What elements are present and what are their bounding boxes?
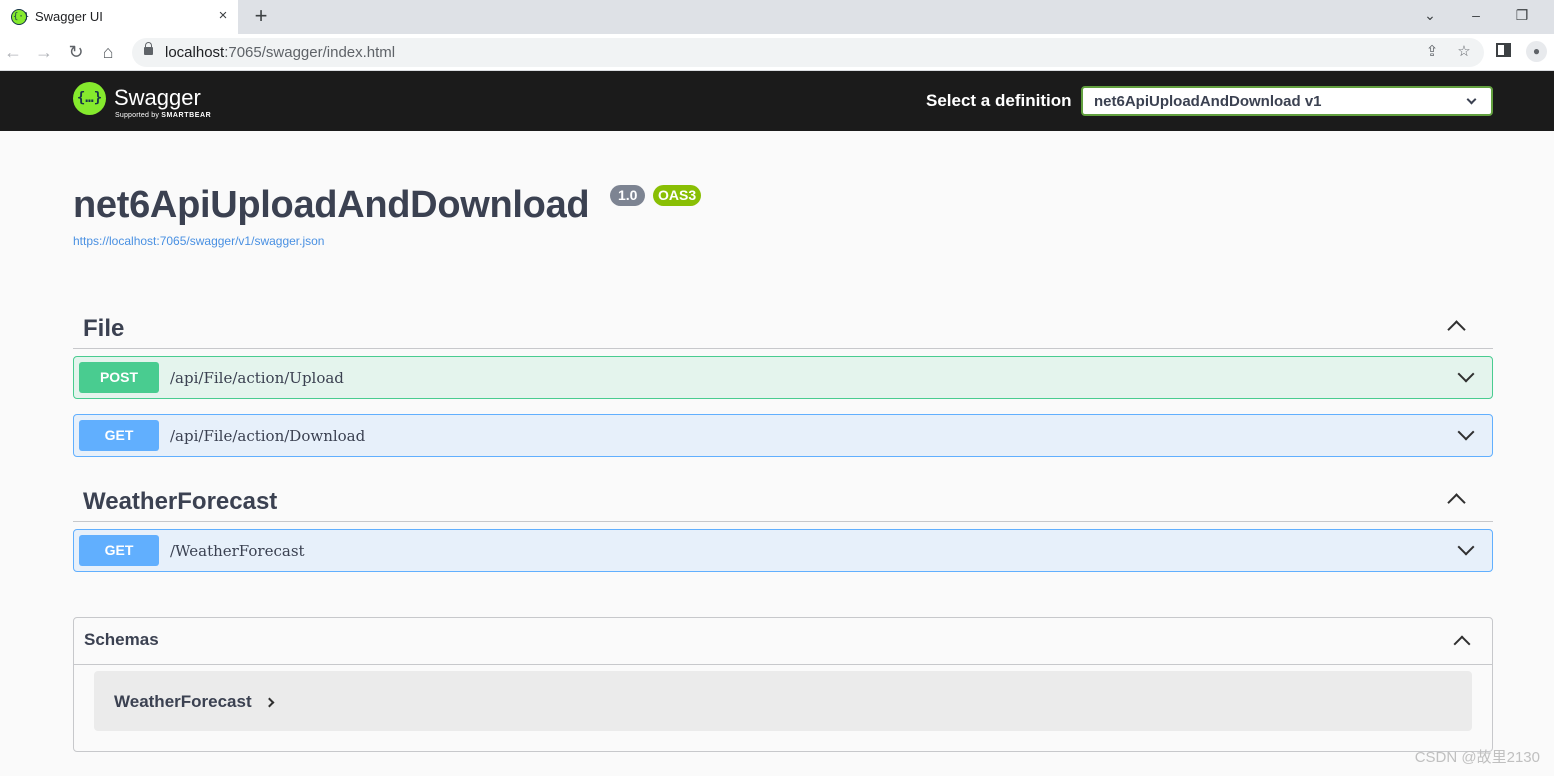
operation-post-upload[interactable]: POST /api/File/action/Upload — [73, 356, 1493, 399]
browser-toolbar: ← → ↻ ⌂ localhost:7065/swagger/index.htm… — [0, 34, 1554, 71]
oas-badge: OAS3 — [653, 185, 702, 206]
profile-avatar-icon[interactable]: ● — [1526, 41, 1547, 62]
swagger-favicon-icon — [11, 9, 29, 25]
restore-icon[interactable]: ❐ — [1508, 4, 1536, 26]
schemas-section: Schemas WeatherForecast — [73, 617, 1493, 752]
schemas-title: Schemas — [84, 630, 159, 649]
logo-sub-prefix: Supported by — [115, 112, 160, 119]
tag-header-weatherforecast[interactable]: WeatherForecast — [73, 476, 1493, 522]
side-panel-icon[interactable] — [1496, 43, 1511, 57]
watermark: CSDN @故里2130 — [1414, 749, 1540, 766]
chevron-down-icon — [1466, 94, 1477, 105]
logo-subtitle: Supported by SMARTBEAR — [115, 112, 211, 120]
close-tab-icon[interactable]: × — [214, 7, 232, 25]
tag-header-file[interactable]: File — [73, 303, 1493, 349]
forward-arrow-icon[interactable]: → — [33, 41, 55, 63]
tag-name: File — [83, 315, 125, 342]
chevron-up-icon[interactable] — [1447, 320, 1466, 339]
method-badge: GET — [79, 535, 159, 566]
method-badge: GET — [79, 420, 159, 451]
url-path: :7065/swagger/index.html — [224, 44, 396, 61]
tab-title: Swagger UI — [35, 9, 103, 24]
version-badge: 1.0 — [610, 185, 646, 206]
chevron-down-icon[interactable] — [1457, 365, 1475, 383]
model-name: WeatherForecast — [114, 692, 252, 711]
swagger-topbar: {…} Swagger Supported by SMARTBEAR Selec… — [0, 71, 1554, 131]
operation-path: /api/File/action/Upload — [170, 369, 344, 387]
definition-select-value: net6ApiUploadAndDownload v1 — [1094, 93, 1322, 110]
chevron-down-icon[interactable] — [1457, 423, 1475, 441]
browser-tabstrip: Swagger UI × + ⌄ – ❐ — [0, 0, 1554, 34]
schemas-header[interactable]: Schemas — [74, 618, 1492, 665]
spec-json-link[interactable]: https://localhost:7065/swagger/v1/swagge… — [73, 234, 324, 248]
lock-icon[interactable] — [144, 42, 153, 55]
chevron-right-icon[interactable] — [264, 697, 275, 708]
url-text[interactable]: localhost:7065/swagger/index.html — [165, 44, 395, 61]
operation-path: /api/File/action/Download — [170, 427, 366, 445]
operation-get-weatherforecast[interactable]: GET /WeatherForecast — [73, 529, 1493, 572]
address-bar[interactable]: localhost:7065/swagger/index.html ⇪ ☆ — [132, 38, 1484, 67]
reload-icon[interactable]: ↻ — [65, 41, 87, 63]
model-weatherforecast[interactable]: WeatherForecast — [94, 671, 1472, 731]
chevron-up-icon[interactable] — [1447, 493, 1466, 512]
new-tab-icon[interactable]: + — [250, 5, 272, 27]
back-arrow-icon[interactable]: ← — [2, 41, 24, 63]
swagger-logo-icon[interactable]: {…} — [73, 82, 106, 115]
tag-name: WeatherForecast — [83, 488, 278, 515]
bookmark-star-icon[interactable]: ☆ — [1454, 42, 1474, 62]
browser-tab[interactable]: Swagger UI × — [0, 0, 238, 34]
definition-select[interactable]: net6ApiUploadAndDownload v1 — [1081, 86, 1493, 116]
operation-path: /WeatherForecast — [170, 542, 305, 560]
minimize-icon[interactable]: – — [1462, 4, 1490, 26]
url-host: localhost — [165, 44, 225, 61]
method-badge: POST — [79, 362, 159, 393]
logo-sub-brand: SMARTBEAR — [161, 112, 212, 119]
tab-search-chevron-icon[interactable]: ⌄ — [1416, 4, 1444, 26]
chevron-down-icon[interactable] — [1457, 538, 1475, 556]
api-title: net6ApiUploadAndDownload — [73, 184, 590, 226]
swagger-logo-text[interactable]: Swagger — [114, 85, 201, 111]
home-icon[interactable]: ⌂ — [97, 41, 119, 63]
operation-get-download[interactable]: GET /api/File/action/Download — [73, 414, 1493, 457]
share-icon[interactable]: ⇪ — [1422, 42, 1442, 62]
select-definition-label: Select a definition — [926, 91, 1072, 110]
chevron-up-icon[interactable] — [1453, 635, 1471, 653]
